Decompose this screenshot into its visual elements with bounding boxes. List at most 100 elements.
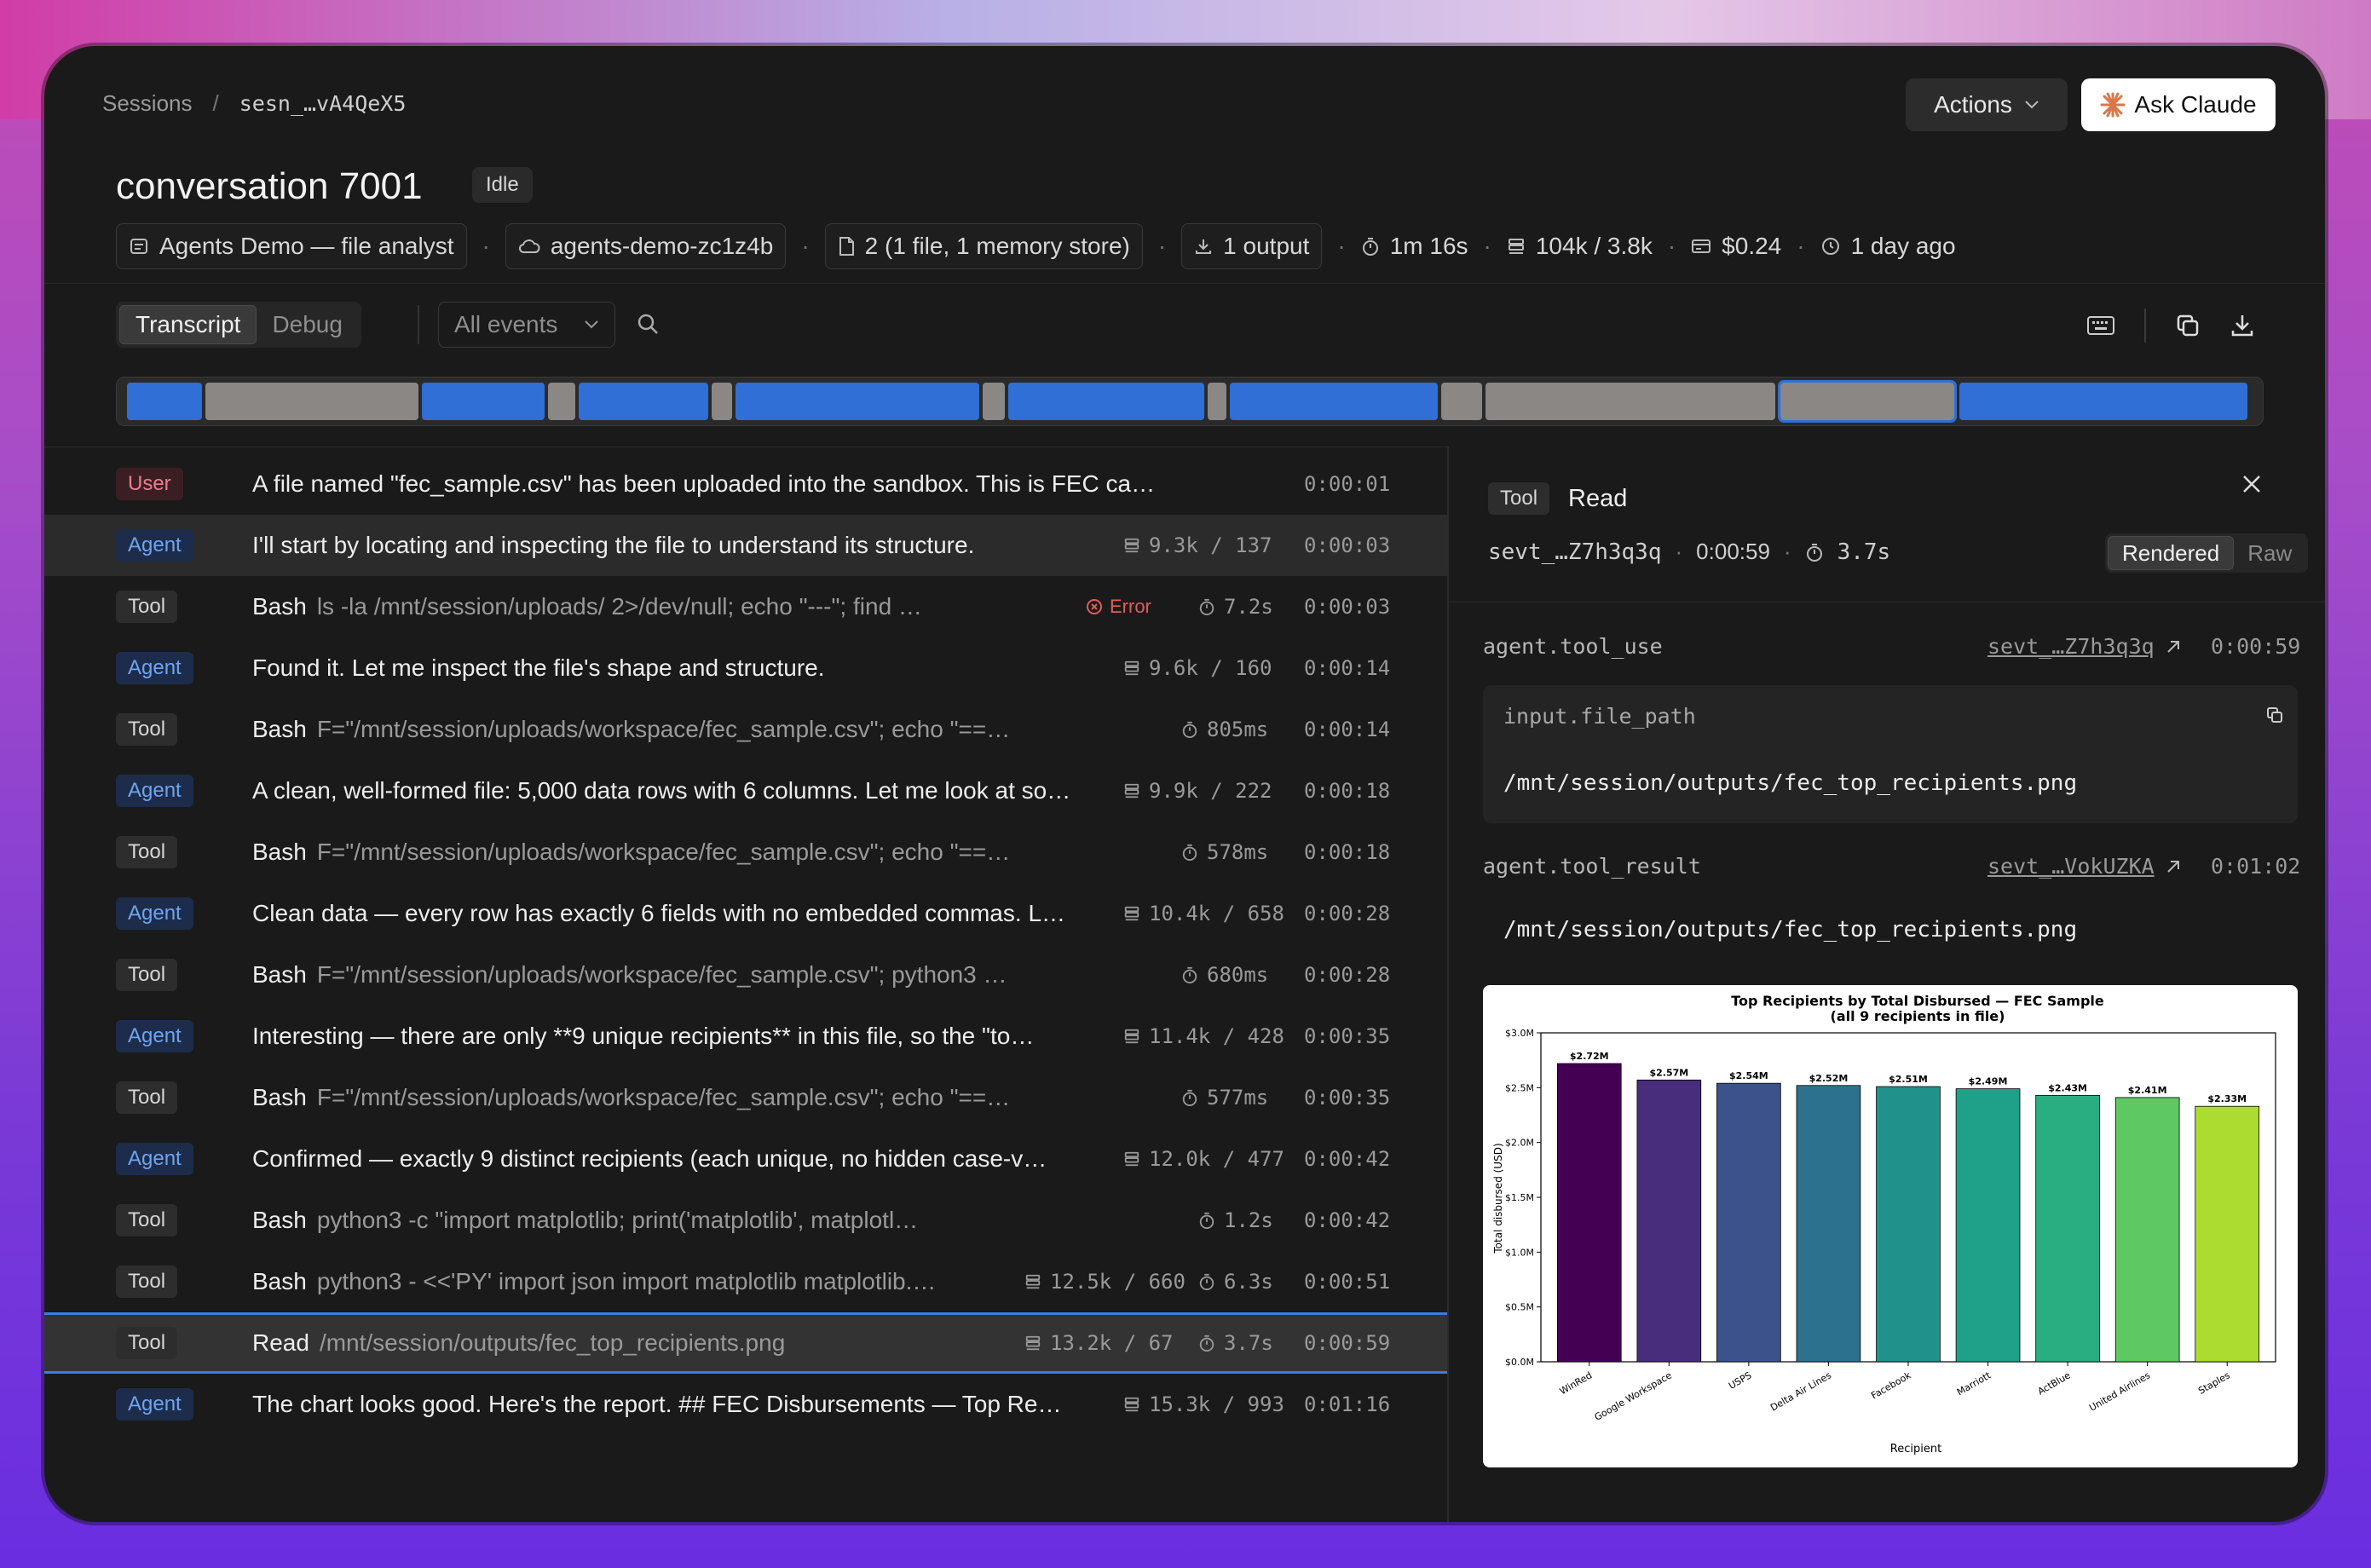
timeline-segment[interactable] [1485,383,1775,420]
event-summary: Bash python3 -c "import matplotlib; print… [252,1207,918,1234]
tool-result-link[interactable]: sevt_…VokUZKA [1987,854,2182,879]
event-row[interactable]: Agent The chart looks good. Here's the re… [44,1374,1447,1435]
files-chip[interactable]: 2 (1 file, 1 memory store) [824,223,1143,269]
event-row[interactable]: Agent Found it. Let me inspect the file's… [44,637,1447,699]
timeline-segment[interactable] [1959,383,2247,420]
event-row[interactable]: Agent Confirmed — exactly 9 distinct reci… [44,1128,1447,1190]
event-command: F="/mnt/session/uploads/workspace/fec_sa… [316,961,1007,988]
close-icon[interactable] [2240,472,2264,496]
event-row[interactable]: Agent Interesting — there are only **9 un… [44,1006,1447,1067]
raw-option[interactable]: Raw [2234,536,2305,570]
tokens-icon [1123,1150,1140,1167]
stopwatch-icon [1181,720,1198,739]
event-tokens-value: 9.9k / 222 [1149,779,1272,803]
event-timestamp: 0:00:35 [1304,1024,1391,1048]
breadcrumb-sessions-link[interactable]: Sessions [102,90,193,117]
outputs-count: 1 output [1223,233,1310,259]
timeline-segment[interactable] [579,383,708,420]
timeline-segment[interactable] [548,383,575,420]
event-title: Found it. Let me inspect the file's shap… [252,654,825,681]
event-row[interactable]: Agent I'll start by locating and inspecti… [44,515,1447,576]
timeline-segment[interactable] [422,383,545,420]
event-title: Bash [252,716,307,742]
x-tick-label: Marriott [1955,1369,1993,1398]
tool-result-label: agent.tool_result [1483,854,1701,879]
event-row[interactable]: Tool Bash F="/mnt/session/uploads/workspac… [44,1067,1447,1128]
file-icon [838,236,855,257]
event-tokens: 9.3k / 137 [1123,533,1272,557]
actions-label: Actions [1934,91,2012,118]
event-row[interactable]: Tool Bash F="/mnt/session/uploads/workspac… [44,699,1447,760]
event-tokens: 9.9k / 222 [1123,779,1272,803]
event-duration-value: 1.2s [1224,1208,1273,1232]
event-title: Bash [252,961,307,988]
event-summary: Confirmed — exactly 9 distinct recipient… [252,1145,1047,1173]
timeline-segment[interactable] [1208,383,1226,420]
timeline-segment[interactable] [1008,383,1204,420]
event-row[interactable]: Agent A clean, well-formed file: 5,000 da… [44,760,1447,821]
event-row[interactable]: Agent Clean data — every row has exactly … [44,883,1447,944]
rendered-option[interactable]: Rendered [2108,536,2235,570]
event-timeline[interactable] [116,377,2264,426]
detail-type-badge: Tool [1488,482,1550,515]
x-tick-label: WinRed [1558,1369,1594,1397]
event-duration: 805ms [1181,718,1268,741]
event-summary: I'll start by locating and inspecting th… [252,532,974,559]
event-tokens-value: 12.0k / 477 [1149,1147,1284,1171]
event-filter-select[interactable]: All events [438,302,615,348]
environment-chip[interactable]: agents-demo-zc1z4b [505,223,787,269]
event-command: F="/mnt/session/uploads/workspace/fec_sa… [316,716,1011,742]
timeline-segment-selected[interactable] [1778,380,1957,423]
event-timestamp: 0:00:01 [1304,472,1391,496]
event-row[interactable]: Tool Bash python3 -c "import matplotlib; p… [44,1190,1447,1251]
cost-stat: $0.24 [1691,233,1781,260]
copy-icon[interactable] [2265,706,2284,724]
agent-chip[interactable]: Agents Demo — file analyst [116,223,467,269]
tab-transcript[interactable]: Transcript [119,305,257,344]
bar-5 [1955,1088,2021,1363]
timeline-segment[interactable] [983,383,1005,420]
timeline-segment[interactable] [736,383,979,420]
x-axis-label: Recipient [1890,1443,1941,1456]
download-icon[interactable] [2230,313,2255,338]
event-tokens: 11.4k / 428 [1123,1024,1284,1048]
event-row[interactable]: Tool Bash F="/mnt/session/uploads/workspac… [44,821,1447,883]
outputs-chip[interactable]: 1 output [1181,223,1323,269]
timeline-segment[interactable] [127,383,202,420]
event-row[interactable]: Tool Read/mnt/session/outputs/fec_top_rec… [44,1312,1447,1374]
event-row[interactable]: Tool Bash ls -la /mnt/session/uploads/ 2>/… [44,576,1447,637]
stopwatch-icon [1198,1334,1215,1352]
event-tokens-value: 12.5k / 660 [1050,1270,1186,1294]
search-icon[interactable] [636,312,660,336]
event-row[interactable]: Tool Bash python3 - <<'PY' import json imp… [44,1251,1447,1312]
event-duration-value: 6.3s [1224,1270,1273,1294]
event-duration-value: 7.2s [1224,595,1273,619]
tab-debug[interactable]: Debug [257,305,358,344]
chart-subtitle: (all 9 recipients in file) [1831,1008,2005,1024]
event-command: F="/mnt/session/uploads/workspace/fec_sa… [316,1084,1011,1110]
event-role-badge: Tool [116,959,178,991]
event-title: Bash [252,1268,307,1294]
tokens-value: 104k / 3.8k [1535,233,1653,259]
timeline-segment[interactable] [1441,383,1482,420]
tokens-icon [1123,537,1140,554]
timeline-segment[interactable] [205,383,418,420]
timeline-segment[interactable] [1230,383,1438,420]
bar-value-label: $2.51M [1889,1074,1928,1085]
event-row[interactable]: User A file named "fec_sample.csv" has be… [44,453,1447,515]
ask-claude-button[interactable]: Ask Claude [2081,78,2276,131]
tool-use-link[interactable]: sevt_…Z7h3q3q [1987,634,2182,659]
timeline-segment[interactable] [712,383,732,420]
detail-meta: sevt_…Z7h3q3q · 0:00:59 · 3.7s [1488,539,1890,565]
actions-button[interactable]: Actions [1906,78,2068,131]
error-label: Error [1110,596,1151,617]
event-title: Bash [252,839,307,865]
keyboard-icon[interactable] [2086,315,2115,336]
event-command: F="/mnt/session/uploads/workspace/fec_sa… [316,839,1011,865]
event-command: /mnt/session/outputs/fec_top_recipients.… [319,1329,786,1356]
event-title: A file named "fec_sample.csv" has been u… [252,470,1156,497]
event-tokens-value: 15.3k / 993 [1149,1392,1284,1416]
event-row[interactable]: Tool Bash F="/mnt/session/uploads/workspac… [44,944,1447,1006]
event-role-badge: Agent [116,1020,193,1052]
copy-icon[interactable] [2175,313,2201,338]
